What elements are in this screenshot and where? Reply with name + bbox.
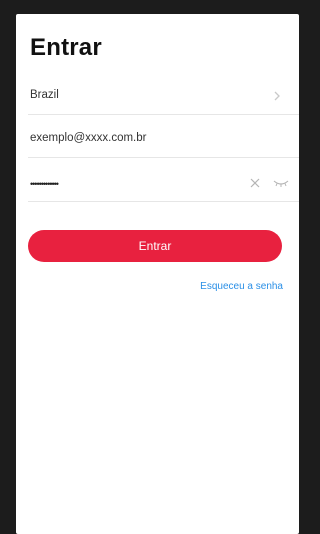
login-button[interactable]: Entrar xyxy=(28,230,282,262)
page-title: Entrar xyxy=(30,34,102,61)
login-screen: Entrar Brazil exemplo@xxxx.com.br ••••••… xyxy=(16,14,299,534)
email-value: exemplo@xxxx.com.br xyxy=(30,132,147,144)
forgot-password-link[interactable]: Esqueceu a senha xyxy=(200,281,283,292)
password-value: ••••••••••••• xyxy=(30,179,59,189)
email-field[interactable]: exemplo@xxxx.com.br xyxy=(28,123,299,158)
eye-closed-icon[interactable] xyxy=(273,178,289,188)
country-selector[interactable]: Brazil xyxy=(28,80,299,115)
close-icon[interactable] xyxy=(249,177,261,189)
country-value: Brazil xyxy=(30,89,59,101)
chevron-right-icon xyxy=(274,91,280,101)
password-field[interactable]: ••••••••••••• xyxy=(28,167,299,202)
